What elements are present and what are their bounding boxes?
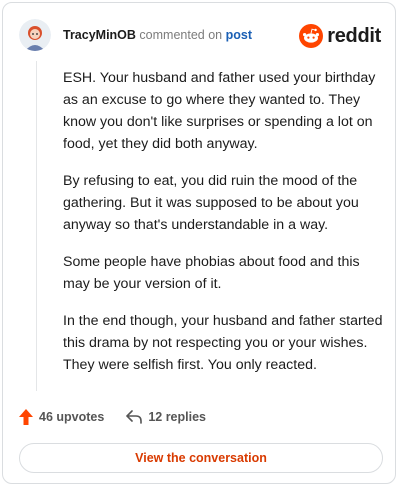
- comment-paragraph: Some people have phobias about food and …: [63, 254, 360, 292]
- comment-paragraph: In the end though, your husband and fath…: [63, 313, 383, 373]
- comment-meta: TracyMinOB commented on post: [63, 28, 252, 42]
- avatar[interactable]: [19, 19, 51, 51]
- brand-wordmark: reddit: [327, 24, 381, 47]
- comment-body: ESH. Your husband and father used your b…: [63, 67, 385, 391]
- username-link[interactable]: TracyMinOB: [63, 28, 136, 42]
- action-text: commented on: [139, 28, 223, 42]
- reddit-logo-icon: [299, 24, 324, 48]
- upvote-button[interactable]: 46 upvotes: [19, 409, 104, 425]
- comment-card: TracyMinOB commented on post reddit ESH.…: [2, 2, 396, 484]
- replies-button[interactable]: 12 replies: [126, 410, 206, 424]
- comment-actions: 46 upvotes 12 replies: [19, 407, 228, 427]
- comment-header: TracyMinOB commented on post reddit: [19, 19, 381, 55]
- reply-arrow-icon: [126, 410, 143, 424]
- reddit-logo[interactable]: reddit: [299, 23, 381, 49]
- comment-paragraph: By refusing to eat, you did ruin the moo…: [63, 173, 359, 233]
- reply-count: 12 replies: [148, 410, 206, 424]
- view-conversation-button[interactable]: View the conversation: [19, 443, 383, 473]
- post-link[interactable]: post: [226, 28, 252, 42]
- upvote-count: 46 upvotes: [39, 410, 105, 424]
- comment-paragraph: ESH. Your husband and father used your b…: [63, 70, 376, 152]
- thread-line: [36, 61, 37, 391]
- upvote-arrow-icon: [19, 409, 33, 425]
